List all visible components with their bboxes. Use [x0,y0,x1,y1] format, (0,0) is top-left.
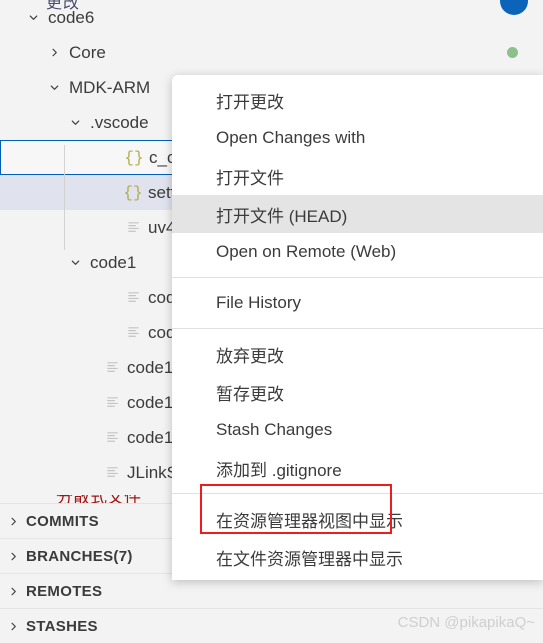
tree-row-label: code6 [48,7,95,27]
chevron-down-icon[interactable] [66,256,84,269]
menu-item-label: 打开文件 [216,168,284,188]
menu-item-label: 暂存更改 [216,384,284,404]
menu-item[interactable]: Stash Changes [172,411,543,449]
tree-row-label: code1 [90,252,137,272]
document-file-icon [102,395,122,410]
chevron-right-icon[interactable] [0,515,26,528]
section-label: COMMITS [26,512,99,530]
menu-item-label: Open Changes with [216,128,366,147]
json-file-icon: {} [123,183,143,202]
menu-item[interactable]: File History [172,284,543,322]
indent-guide [64,145,65,250]
menu-item[interactable]: 在资源管理器视图中显示 [172,500,543,538]
tree-row[interactable]: code6 [0,0,543,35]
context-menu[interactable]: 打开更改 Open Changes with 打开文件打开文件 (HEAD) Open… [172,75,543,580]
document-file-icon [102,430,122,445]
menu-item-label: File History [216,293,302,312]
section-label: REMOTES [26,582,103,600]
menu-item[interactable]: Open Changes with [172,119,543,157]
menu-item-label: Open on Remote (Web) [216,242,397,261]
menu-item-label: 在文件资源管理器中显示 [216,549,403,569]
chevron-down-icon[interactable] [66,116,84,129]
menu-item-label: 打开文件 (HEAD) [216,206,348,226]
document-file-icon [102,465,122,480]
chevron-down-icon[interactable] [24,11,42,24]
menu-item[interactable]: 打开更改 [172,81,543,119]
clipped-tree-row-label: 分散式文件 [56,495,141,503]
menu-item[interactable]: 放弃更改 [172,335,543,373]
menu-item-label: Stash Changes [216,420,333,439]
menu-item-label: 打开更改 [216,92,284,112]
chevron-right-icon[interactable] [0,550,26,563]
document-file-icon [123,220,143,235]
menu-separator [172,277,543,278]
section-count: (7) [113,547,133,565]
menu-item-label: 添加到 .gitignore [216,460,342,480]
menu-item[interactable]: Open on Remote (Web) [172,233,543,271]
document-file-icon [123,325,143,340]
tree-row-label: Core [69,42,106,62]
menu-item[interactable]: 暂存更改 [172,373,543,411]
tree-row-label: .vscode [90,112,149,132]
menu-item[interactable]: 添加到 .gitignore [172,449,543,487]
status-dot [507,47,518,58]
chevron-right-icon[interactable] [0,585,26,598]
watermark: CSDN @pikapikaQ~ [397,614,535,631]
document-file-icon [123,290,143,305]
section-label: STASHES [26,617,98,635]
menu-separator [172,493,543,494]
menu-item[interactable]: 打开文件 (HEAD) [172,195,543,233]
chevron-down-icon[interactable] [45,81,63,94]
app-root: 更改 code6CoreMDK-ARM.vscode{}c_cpp_p{}set… [0,0,543,643]
menu-item-label: 在资源管理器视图中显示 [216,511,403,531]
tree-row[interactable]: Core [0,35,543,70]
menu-item[interactable]: 在文件资源管理器中显示 [172,538,543,576]
menu-item[interactable]: 打开文件 [172,157,543,195]
chevron-right-icon[interactable] [0,620,26,633]
section-label: BRANCHES [26,547,114,565]
document-file-icon [102,360,122,375]
json-file-icon: {} [124,148,144,167]
menu-item-label: 放弃更改 [216,346,284,366]
tree-row-label: MDK-ARM [69,77,151,97]
chevron-right-icon[interactable] [45,46,63,59]
menu-separator [172,328,543,329]
